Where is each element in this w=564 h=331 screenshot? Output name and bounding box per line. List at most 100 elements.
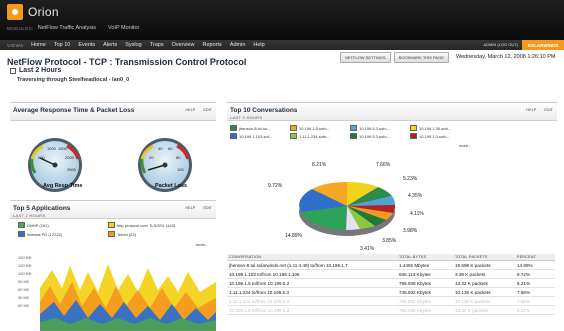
y-tick: 60 KB xyxy=(18,287,29,292)
nav-admin[interactable]: Admin xyxy=(230,42,246,48)
cell-conversation[interactable]: 1.11.1.234 to/from 10.199.5.3 xyxy=(227,287,397,297)
conversations-panel-subtitle: LAST 2 HOURS xyxy=(230,115,263,120)
nav-overview[interactable]: Overview xyxy=(172,42,195,48)
cell-conversation[interactable]: 10.199.1.103 to/from 10.199.1.106 xyxy=(227,269,397,279)
cell-percent: 8.21% xyxy=(515,278,555,288)
pie-label: 7.66% xyxy=(376,162,391,168)
swatch-icon xyxy=(410,133,417,139)
solarwinds-brand[interactable]: SOLARWINDS xyxy=(522,40,564,50)
apps-panel-subtitle: LAST 2 HOURS xyxy=(13,213,46,218)
legend-item[interactable]: 10.199.1.103.sof... xyxy=(230,133,290,139)
gauges: 1000 1500 500 2000 2500 40 60 20 80 100 xyxy=(28,138,192,192)
pie-label: 8.21% xyxy=(312,162,327,168)
cell-percent: 7.66% xyxy=(515,287,555,297)
response-panel-title: Average Response Time & Packet Loss xyxy=(13,107,135,114)
collapse-icon[interactable] xyxy=(10,67,16,74)
conversations-more-link[interactable]: more... xyxy=(459,143,471,148)
admin-logout-link[interactable]: ADMIN (LOG OUT) xyxy=(483,42,518,47)
page-title: NetFlow Protocol - TCP : Transmission Co… xyxy=(7,57,247,67)
response-edit-button[interactable]: EDIT xyxy=(203,108,212,112)
cell-bytes: 946.113 Kbytes xyxy=(397,269,453,279)
views-label: VIEWS: xyxy=(7,42,26,48)
bookmark-button[interactable]: BOOKMARK THIS PAGE xyxy=(393,52,449,63)
table-row[interactable]: 10.199.1.5 to/from 10.199.5.2 798.938 Kb… xyxy=(227,278,555,288)
legend-item[interactable]: Internal PO (12222) xyxy=(18,231,108,237)
cell-percent: 9.72% xyxy=(515,269,555,279)
avg-resp-label: Avg Resp Time xyxy=(43,183,83,189)
nav-traps[interactable]: Traps xyxy=(150,42,164,48)
response-help-button[interactable]: HELP xyxy=(185,108,195,112)
netflow-settings-button[interactable]: NETFLOW SETTINGS xyxy=(340,52,391,63)
conversations-panel-title: Top 10 Conversations xyxy=(230,107,298,114)
cell-packets: 13.32 K packets xyxy=(453,305,515,315)
nav-alerts[interactable]: Alerts xyxy=(103,42,117,48)
y-tick: 60 KB xyxy=(18,303,29,308)
nav-top10[interactable]: Top 10 xyxy=(54,42,71,48)
conversations-panel-header: Top 10 Conversations LAST 2 HOURS HELP E… xyxy=(227,103,557,121)
cell-conversation: 10.199.1.5 to/from 10.199.5.2 xyxy=(227,305,397,315)
cell-percent: 14.89% xyxy=(515,260,555,270)
views-nav: VIEWS: Home Top 10 Events Alerts Syslog … xyxy=(0,40,564,50)
table-row-reflection: 1.11.1.234 to/from 10.199.5.3 745.932 Kb… xyxy=(227,296,555,306)
swatch-icon xyxy=(108,231,115,237)
cell-bytes: 798.938 Kbytes xyxy=(397,278,453,288)
legend-item[interactable]: 10.199.5.3.sofo... xyxy=(350,133,410,139)
nav-syslog[interactable]: Syslog xyxy=(125,42,142,48)
apps-edit-button[interactable]: EDIT xyxy=(203,206,212,210)
period-selector[interactable]: Last 2 Hours xyxy=(10,67,61,74)
legend-item[interactable]: 10.199.1.30.sofr... xyxy=(410,125,470,131)
pie-label: 14.89% xyxy=(285,233,302,239)
app-name: Orion xyxy=(28,5,59,19)
legend-item[interactable]: 1.11.1.234.sofo... xyxy=(290,133,350,139)
nav-help[interactable]: Help xyxy=(253,42,264,48)
cell-bytes: 798.938 Kbytes xyxy=(397,305,453,315)
swatch-icon xyxy=(18,231,25,237)
nav-reports[interactable]: Reports xyxy=(203,42,222,48)
apps-panel-title: Top 5 Applications xyxy=(13,205,71,212)
apps-help-button[interactable]: HELP xyxy=(185,206,195,210)
gauge-hub xyxy=(162,162,168,168)
traversing-label: Traversing through Steelheadlocal - lan0… xyxy=(17,77,130,83)
gauge-tick: 100 xyxy=(177,167,184,172)
module-netflow[interactable]: NetFlow Traffic Analysis xyxy=(38,25,96,31)
pie-label: 4.11% xyxy=(410,211,424,217)
swatch-icon xyxy=(350,133,357,139)
legend-item[interactable]: jhenson-8.tul.so... xyxy=(230,125,290,131)
cell-conversation[interactable]: jhenson-8.tul.solarwinds.net (1.11.4.49)… xyxy=(227,260,397,270)
legend-item[interactable]: 10.199.1.5.sofo... xyxy=(290,125,350,131)
gauge-tick: 500 xyxy=(38,155,45,160)
gauge-tick: 1000 xyxy=(47,146,57,151)
conversations-legend: jhenson-8.tul.so... 10.199.1.5.sofo... 1… xyxy=(230,125,470,139)
table-row[interactable]: 10.199.1.103 to/from 10.199.1.106 946.11… xyxy=(227,269,555,279)
cell-percent: 7.66% xyxy=(515,296,555,306)
conversations-help-button[interactable]: HELP xyxy=(526,108,536,112)
conversations-edit-button[interactable]: EDIT xyxy=(544,108,553,112)
cell-conversation: 1.11.1.234 to/from 10.199.5.3 xyxy=(227,296,397,306)
legend-item[interactable]: 10.199.1.3.sofo... xyxy=(410,133,470,139)
nav-home[interactable]: Home xyxy=(31,42,46,48)
conversations-table: CONVERSATION TOTAL BYTES TOTAL PACKETS P… xyxy=(227,254,555,315)
cell-packets: 3.39 K packets xyxy=(453,269,515,279)
apps-more-link[interactable]: more... xyxy=(196,242,208,247)
gauge-tick: 2500 xyxy=(67,167,77,172)
modules-bar: MODULES: NetFlow Traffic Analysis VoIP M… xyxy=(7,24,151,32)
module-voip[interactable]: VoIP Monitor xyxy=(108,25,139,31)
legend-item[interactable]: DNHP (161) xyxy=(18,222,108,228)
current-date: Wednesday, March 12, 2008 1:26:10 PM xyxy=(456,54,556,60)
gauge-tick: 60 xyxy=(168,146,173,151)
apps-area-chart xyxy=(40,264,216,331)
pie-label: 3.85% xyxy=(382,238,397,244)
table-row[interactable]: jhenson-8.tul.solarwinds.net (1.11.4.49)… xyxy=(227,260,555,270)
cell-percent: 8.21% xyxy=(515,305,555,315)
legend-item[interactable]: 10.199.5.3.sofo... xyxy=(350,125,410,131)
table-row[interactable]: 1.11.1.234 to/from 10.199.5.3 745.932 Kb… xyxy=(227,287,555,297)
swatch-icon xyxy=(18,222,25,228)
legend-item[interactable]: Telnet (23) xyxy=(108,231,208,237)
nav-events[interactable]: Events xyxy=(78,42,95,48)
y-tick: 120 KB xyxy=(18,263,32,268)
y-tick: 90 KB xyxy=(18,279,29,284)
swatch-icon xyxy=(290,125,297,131)
legend-item[interactable]: http protocol over TLS/SSL (443) xyxy=(108,222,208,228)
cell-conversation[interactable]: 10.199.1.5 to/from 10.199.5.2 xyxy=(227,278,397,288)
logo[interactable]: Orion xyxy=(7,4,59,20)
